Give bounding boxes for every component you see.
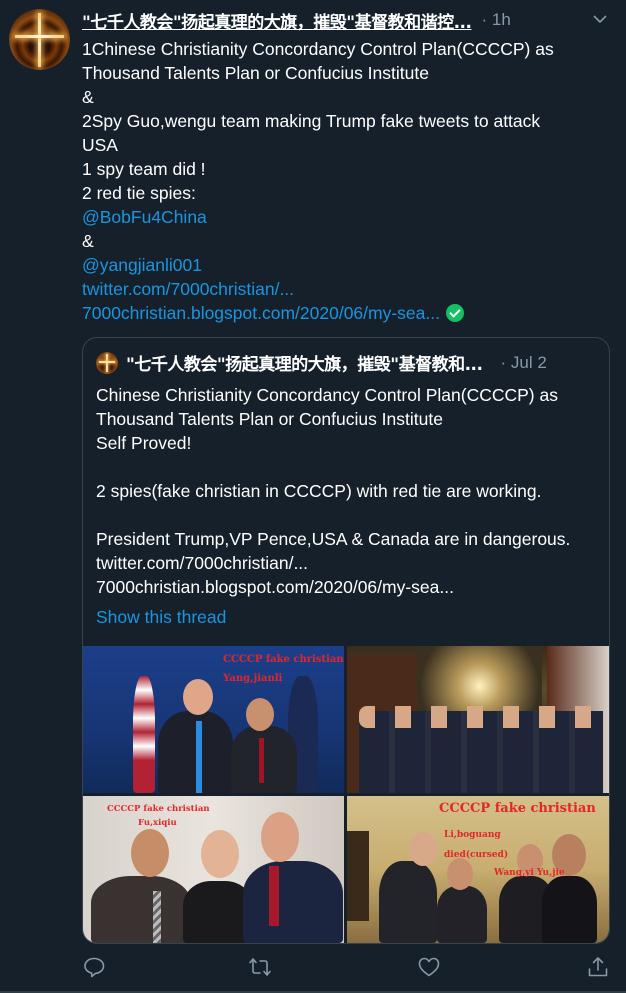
quoted-line: Chinese Christianity Concordancy Control… xyxy=(96,385,558,405)
tweet-body: 1Chinese Christianity Concordancy Contro… xyxy=(82,37,602,325)
tweet-time[interactable]: 1h xyxy=(492,10,511,29)
figure-body xyxy=(231,726,297,793)
photo-caption: Li,boguang xyxy=(444,830,501,840)
figure-tie xyxy=(153,891,161,943)
quoted-author-name: "七千人教会"扬起真理的大旗，摧毁"基督教和... xyxy=(126,355,483,375)
tweet-actions xyxy=(82,955,612,981)
faces-row xyxy=(359,706,603,728)
photo-caption: CCCCP fake christian xyxy=(223,654,344,665)
figure-head xyxy=(183,679,213,715)
figure-body xyxy=(542,876,597,943)
door xyxy=(347,831,369,921)
avatar-cross-horizontal xyxy=(15,35,64,38)
avatar-cross-vertical xyxy=(38,13,41,67)
photo-caption: CCCCP fake christian xyxy=(439,801,596,816)
tweet-line: 1Chinese Christianity Concordancy Contro… xyxy=(82,39,554,59)
tweet[interactable]: "七千人教会"扬起真理的大旗，摧毁"基督教和谐控... · 1h 1Chines… xyxy=(0,0,626,993)
tweet-header: "七千人教会"扬起真理的大旗，摧毁"基督教和谐控... · 1h xyxy=(82,8,511,33)
figure-tie xyxy=(269,866,279,926)
photo-3[interactable]: CCCCP fake christian Fu,xiqiu xyxy=(83,796,344,943)
quoted-line: Self Proved! xyxy=(96,433,192,453)
show-thread-link[interactable]: Show this thread xyxy=(96,605,606,629)
figure-body xyxy=(379,861,437,943)
photo-caption: Yang,jianli xyxy=(223,673,283,684)
author-name[interactable]: "七千人教会"扬起真理的大旗，摧毁"基督教和谐控... xyxy=(82,8,472,33)
figure-head xyxy=(131,829,169,877)
separator: · xyxy=(481,10,488,29)
figure-head xyxy=(201,830,239,878)
figure-body xyxy=(437,886,487,943)
quoted-line: twitter.com/7000christian/... xyxy=(96,553,309,573)
photo-caption: Fu,xiqiu xyxy=(138,818,177,828)
quoted-line: President Trump,VP Pence,USA & Canada ar… xyxy=(96,529,571,549)
quoted-time: Jul 2 xyxy=(510,352,547,372)
like-icon[interactable] xyxy=(417,955,441,979)
tweet-line: 2Spy Guo,wengu team making Trump fake tw… xyxy=(82,111,541,131)
figure-head xyxy=(261,812,299,862)
photo-2[interactable] xyxy=(347,646,609,793)
mention-link-bobfu[interactable]: @BobFu4China xyxy=(82,205,602,229)
quoted-header: "七千人教会"扬起真理的大旗，摧毁"基督教和... · Jul 2 xyxy=(96,350,547,375)
photo-caption: Wang,yi Yu,jie xyxy=(494,868,565,878)
quoted-tweet[interactable]: "七千人教会"扬起真理的大旗，摧毁"基督教和... · Jul 2 Chines… xyxy=(82,337,610,944)
quoted-body: Chinese Christianity Concordancy Control… xyxy=(96,383,606,629)
quoted-line: 7000christian.blogspot.com/2020/06/my-se… xyxy=(96,577,454,597)
figure-body xyxy=(91,876,191,943)
avatar-cross-horizontal xyxy=(99,360,115,363)
chevron-down-icon[interactable] xyxy=(590,9,610,29)
photo-1[interactable]: CCCCP fake christian Yang,jianli xyxy=(83,646,344,793)
url-link-twitter[interactable]: twitter.com/7000christian/... xyxy=(82,277,602,301)
tweet-line: 2 red tie spies: xyxy=(82,183,196,203)
figure-head xyxy=(246,698,274,731)
author-avatar[interactable] xyxy=(9,9,70,70)
avatar-cross-vertical xyxy=(106,353,108,372)
tweet-line: & xyxy=(82,231,94,251)
flag-usa xyxy=(133,676,155,793)
separator: · xyxy=(500,352,507,372)
tweet-line: 1 spy team did ! xyxy=(82,159,206,179)
retweet-icon[interactable] xyxy=(248,955,272,979)
check-circle-icon xyxy=(445,304,464,322)
photo-grid: CCCCP fake christian Yang,jianli CCCCP f… xyxy=(83,646,609,943)
quoted-line xyxy=(96,503,606,527)
url-link-blog[interactable]: 7000christian.blogspot.com/2020/06/my-se… xyxy=(82,303,440,323)
quoted-time-wrap: · Jul 2 xyxy=(500,353,546,373)
quoted-line: 2 spies(fake christian in CCCCP) with re… xyxy=(96,481,542,501)
figure-head xyxy=(409,832,437,866)
tweet-time-wrap: · 1h xyxy=(481,10,510,30)
photo-caption: CCCCP fake christian xyxy=(107,804,210,814)
quoted-line xyxy=(96,455,606,479)
figure-body xyxy=(243,861,343,943)
tweet-line: USA xyxy=(82,135,118,155)
figure-head xyxy=(447,858,473,890)
mention-link-yangjianli[interactable]: @yangjianli001 xyxy=(82,253,602,277)
share-icon[interactable] xyxy=(586,955,610,979)
tweet-line: Thousand Talents Plan or Confucius Insti… xyxy=(82,63,429,83)
quoted-avatar xyxy=(96,351,118,374)
tweet-line: & xyxy=(82,87,94,107)
figure-tie xyxy=(196,721,202,793)
quoted-line: Thousand Talents Plan or Confucius Insti… xyxy=(96,409,443,429)
photo-4[interactable]: CCCCP fake christian Li,boguang died(cur… xyxy=(347,796,609,943)
url-line-blog: 7000christian.blogspot.com/2020/06/my-se… xyxy=(82,301,602,325)
photo-caption: died(cursed) xyxy=(444,850,509,860)
figure-tie xyxy=(259,738,264,783)
reply-icon[interactable] xyxy=(82,955,106,979)
